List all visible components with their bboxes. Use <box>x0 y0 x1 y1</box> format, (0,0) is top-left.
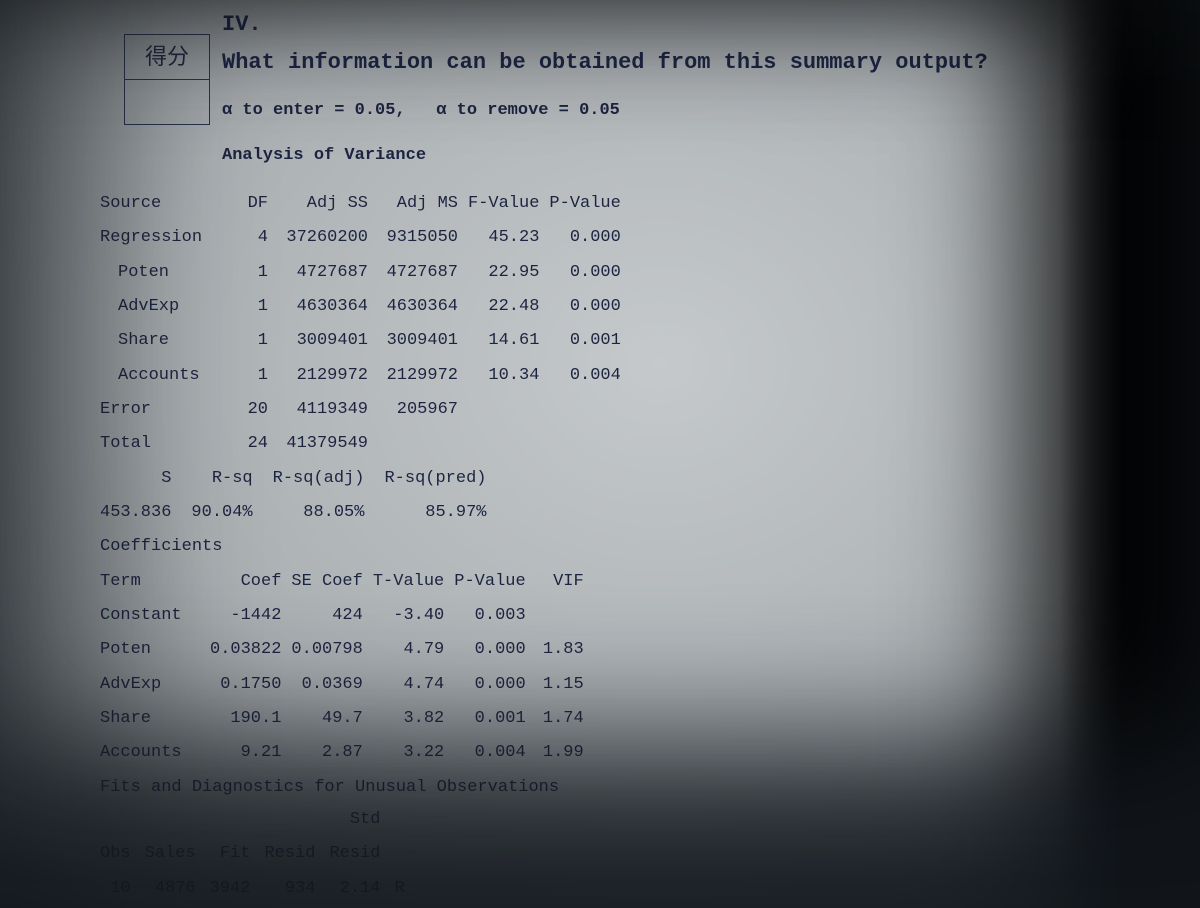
anova-row: Accounts 1 2129972 2129972 10.34 0.004 <box>100 359 631 393</box>
anova-title: Analysis of Variance <box>222 143 1020 169</box>
alpha-line: α to enter = 0.05, α to remove = 0.05 <box>222 98 1020 124</box>
anova-row: Share 1 3009401 3009401 14.61 0.001 <box>100 324 631 358</box>
anova-table: Source DF Adj SS Adj MS F-Value P-Value … <box>100 187 631 462</box>
anova-row: Regression 4 37260200 9315050 45.23 0.00… <box>100 221 631 255</box>
unusual-obs-table: Std Obs Sales Fit Resid Resid 10 4876 39… <box>100 803 419 906</box>
coef-row: Poten 0.03822 0.00798 4.79 0.000 1.83 <box>100 633 594 667</box>
coef-row: Accounts 9.21 2.87 3.22 0.004 1.99 <box>100 736 594 770</box>
score-empty <box>125 80 210 125</box>
coef-title: Coefficients <box>100 534 1020 560</box>
fits-title: Fits and Diagnostics for Unusual Observa… <box>100 775 1020 801</box>
obs-row: 10 4876 3942 934 2.14 R <box>100 872 419 906</box>
coef-header: Term Coef SE Coef T-Value P-Value VIF <box>100 565 594 599</box>
obs-header: Obs Sales Fit Resid Resid <box>100 837 419 871</box>
document-page: 得分 IV. What information can be obtained … <box>100 8 1020 906</box>
question-text: What information can be obtained from th… <box>222 46 1020 80</box>
score-label: 得分 <box>125 35 210 80</box>
anova-row: Total 24 41379549 <box>100 427 631 461</box>
score-box: 得分 <box>124 34 210 125</box>
coef-row: Constant -1442 424 -3.40 0.003 <box>100 599 594 633</box>
anova-row: Error 20 4119349 205967 <box>100 393 631 427</box>
anova-header: Source DF Adj SS Adj MS F-Value P-Value <box>100 187 631 221</box>
coef-row: AdvExp 0.1750 0.0369 4.74 0.000 1.15 <box>100 668 594 702</box>
anova-row: Poten 1 4727687 4727687 22.95 0.000 <box>100 256 631 290</box>
model-summary: S R-sq R-sq(adj) R-sq(pred) 453.836 90.0… <box>100 462 507 531</box>
section-number: IV. <box>222 8 1020 42</box>
anova-row: AdvExp 1 4630364 4630364 22.48 0.000 <box>100 290 631 324</box>
coef-row: Share 190.1 49.7 3.82 0.001 1.74 <box>100 702 594 736</box>
coef-table: Term Coef SE Coef T-Value P-Value VIF Co… <box>100 565 594 771</box>
